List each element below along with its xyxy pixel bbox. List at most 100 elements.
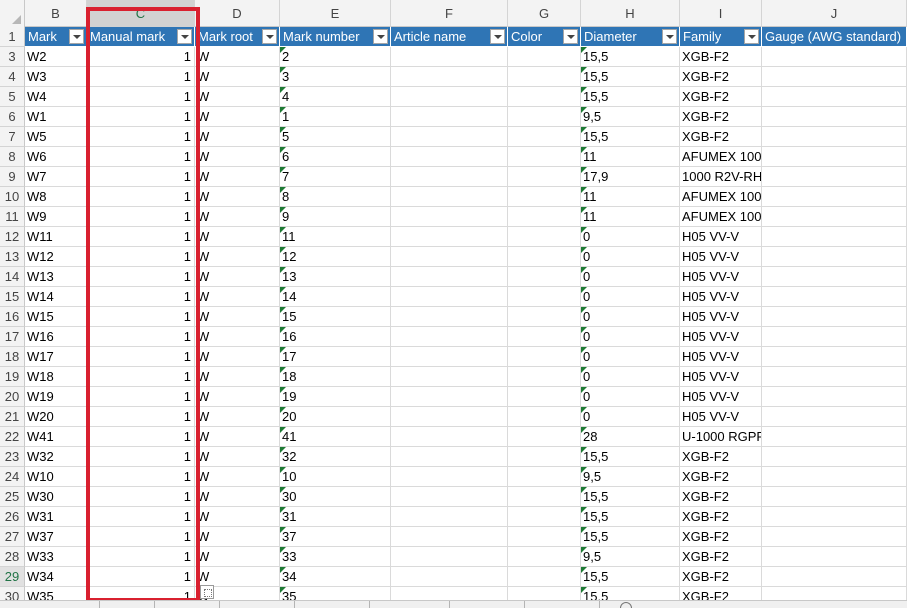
cell-col-e[interactable]: 33 <box>280 547 391 567</box>
cell-col-e[interactable]: 8 <box>280 187 391 207</box>
cell-col-d[interactable]: W <box>195 107 280 127</box>
cell-col-e[interactable]: 35 <box>280 587 391 600</box>
cell-col-b[interactable]: W17 <box>25 347 87 367</box>
header-cell-col-b[interactable]: Mark <box>25 27 87 47</box>
cell-col-h[interactable]: 9,5 <box>581 107 680 127</box>
cell-col-j[interactable] <box>762 587 907 600</box>
cell-col-b[interactable]: W30 <box>25 487 87 507</box>
cell-col-h[interactable]: 0 <box>581 227 680 247</box>
cell-col-b[interactable]: W41 <box>25 427 87 447</box>
cell-col-c[interactable]: 1 <box>87 487 195 507</box>
cell-col-j[interactable] <box>762 527 907 547</box>
cell-col-i[interactable]: XGB-F2 <box>680 67 762 87</box>
column-letter-g[interactable]: G <box>508 0 581 27</box>
cell-col-g[interactable] <box>508 387 581 407</box>
row-header[interactable]: 8 <box>0 147 25 167</box>
spreadsheet-grid[interactable]: BCDEFGHIJ 1 Mark Manual mark Mark root Mark… <box>0 0 907 600</box>
cell-col-d[interactable]: W <box>195 67 280 87</box>
cell-col-d[interactable]: W <box>195 247 280 267</box>
cell-col-c[interactable]: 1 <box>87 347 195 367</box>
cell-col-e[interactable]: 10 <box>280 467 391 487</box>
cell-col-h[interactable]: 0 <box>581 327 680 347</box>
cell-col-h[interactable]: 0 <box>581 267 680 287</box>
cell-col-e[interactable]: 15 <box>280 307 391 327</box>
cell-col-g[interactable] <box>508 427 581 447</box>
cell-col-b[interactable]: W10 <box>25 467 87 487</box>
column-letter-h[interactable]: H <box>581 0 680 27</box>
cell-col-f[interactable] <box>391 367 508 387</box>
cell-col-i[interactable]: H05 VV-V <box>680 287 762 307</box>
row-header[interactable]: 4 <box>0 67 25 87</box>
cell-col-b[interactable]: W8 <box>25 187 87 207</box>
row-header[interactable]: 26 <box>0 507 25 527</box>
cell-col-g[interactable] <box>508 127 581 147</box>
cell-col-f[interactable] <box>391 467 508 487</box>
cell-col-c[interactable]: 1 <box>87 67 195 87</box>
cell-col-d[interactable]: W <box>195 547 280 567</box>
column-letter-e[interactable]: E <box>280 0 391 27</box>
column-letter-i[interactable]: I <box>680 0 762 27</box>
cell-col-d[interactable]: W <box>195 267 280 287</box>
cell-col-h[interactable]: 15,5 <box>581 67 680 87</box>
cell-col-g[interactable] <box>508 327 581 347</box>
row-header[interactable]: 7 <box>0 127 25 147</box>
header-cell-col-e[interactable]: Mark number <box>280 27 391 47</box>
row-header[interactable]: 3 <box>0 47 25 67</box>
cell-col-h[interactable]: 9,5 <box>581 467 680 487</box>
filter-dropdown-icon[interactable] <box>373 29 388 44</box>
cell-col-g[interactable] <box>508 367 581 387</box>
cell-col-j[interactable] <box>762 207 907 227</box>
cell-col-j[interactable] <box>762 507 907 527</box>
cell-col-d[interactable]: W <box>195 187 280 207</box>
row-header[interactable]: 9 <box>0 167 25 187</box>
cell-col-f[interactable] <box>391 527 508 547</box>
row-header[interactable]: 28 <box>0 547 25 567</box>
cell-col-d[interactable]: W <box>195 567 280 587</box>
cell-col-f[interactable] <box>391 507 508 527</box>
cell-col-h[interactable]: 9,5 <box>581 547 680 567</box>
cell-col-b[interactable]: W31 <box>25 507 87 527</box>
cell-col-d[interactable]: W <box>195 287 280 307</box>
row-header[interactable]: 14 <box>0 267 25 287</box>
cell-col-b[interactable]: W5 <box>25 127 87 147</box>
cell-col-b[interactable]: W6 <box>25 147 87 167</box>
column-letter-c[interactable]: C <box>87 0 195 27</box>
cell-col-f[interactable] <box>391 347 508 367</box>
cell-col-h[interactable]: 15,5 <box>581 447 680 467</box>
cell-col-c[interactable]: 1 <box>87 427 195 447</box>
cell-col-e[interactable]: 31 <box>280 507 391 527</box>
cell-col-g[interactable] <box>508 227 581 247</box>
cell-col-j[interactable] <box>762 347 907 367</box>
cell-col-j[interactable] <box>762 227 907 247</box>
cell-col-f[interactable] <box>391 327 508 347</box>
cell-col-f[interactable] <box>391 167 508 187</box>
cell-col-e[interactable]: 9 <box>280 207 391 227</box>
cell-col-h[interactable]: 11 <box>581 187 680 207</box>
cell-col-g[interactable] <box>508 187 581 207</box>
row-header[interactable]: 20 <box>0 387 25 407</box>
cell-col-d[interactable]: W <box>195 347 280 367</box>
cell-col-f[interactable] <box>391 67 508 87</box>
cell-col-g[interactable] <box>508 467 581 487</box>
cell-col-i[interactable]: H05 VV-V <box>680 267 762 287</box>
cell-col-i[interactable]: H05 VV-V <box>680 387 762 407</box>
cell-col-i[interactable]: H05 VV-V <box>680 247 762 267</box>
cell-col-j[interactable] <box>762 67 907 87</box>
cell-col-g[interactable] <box>508 527 581 547</box>
cell-col-f[interactable] <box>391 547 508 567</box>
cell-col-g[interactable] <box>508 107 581 127</box>
quick-analysis-icon[interactable] <box>200 585 214 599</box>
cell-col-b[interactable]: W19 <box>25 387 87 407</box>
cell-col-b[interactable]: W37 <box>25 527 87 547</box>
row-header[interactable]: 29 <box>0 567 25 587</box>
cell-col-e[interactable]: 19 <box>280 387 391 407</box>
row-header[interactable]: 23 <box>0 447 25 467</box>
cell-col-c[interactable]: 1 <box>87 47 195 67</box>
cell-col-g[interactable] <box>508 487 581 507</box>
cell-col-j[interactable] <box>762 287 907 307</box>
filter-dropdown-icon[interactable] <box>662 29 677 44</box>
cell-col-j[interactable] <box>762 167 907 187</box>
row-header[interactable]: 12 <box>0 227 25 247</box>
cell-col-c[interactable]: 1 <box>87 387 195 407</box>
cell-col-d[interactable]: W <box>195 527 280 547</box>
